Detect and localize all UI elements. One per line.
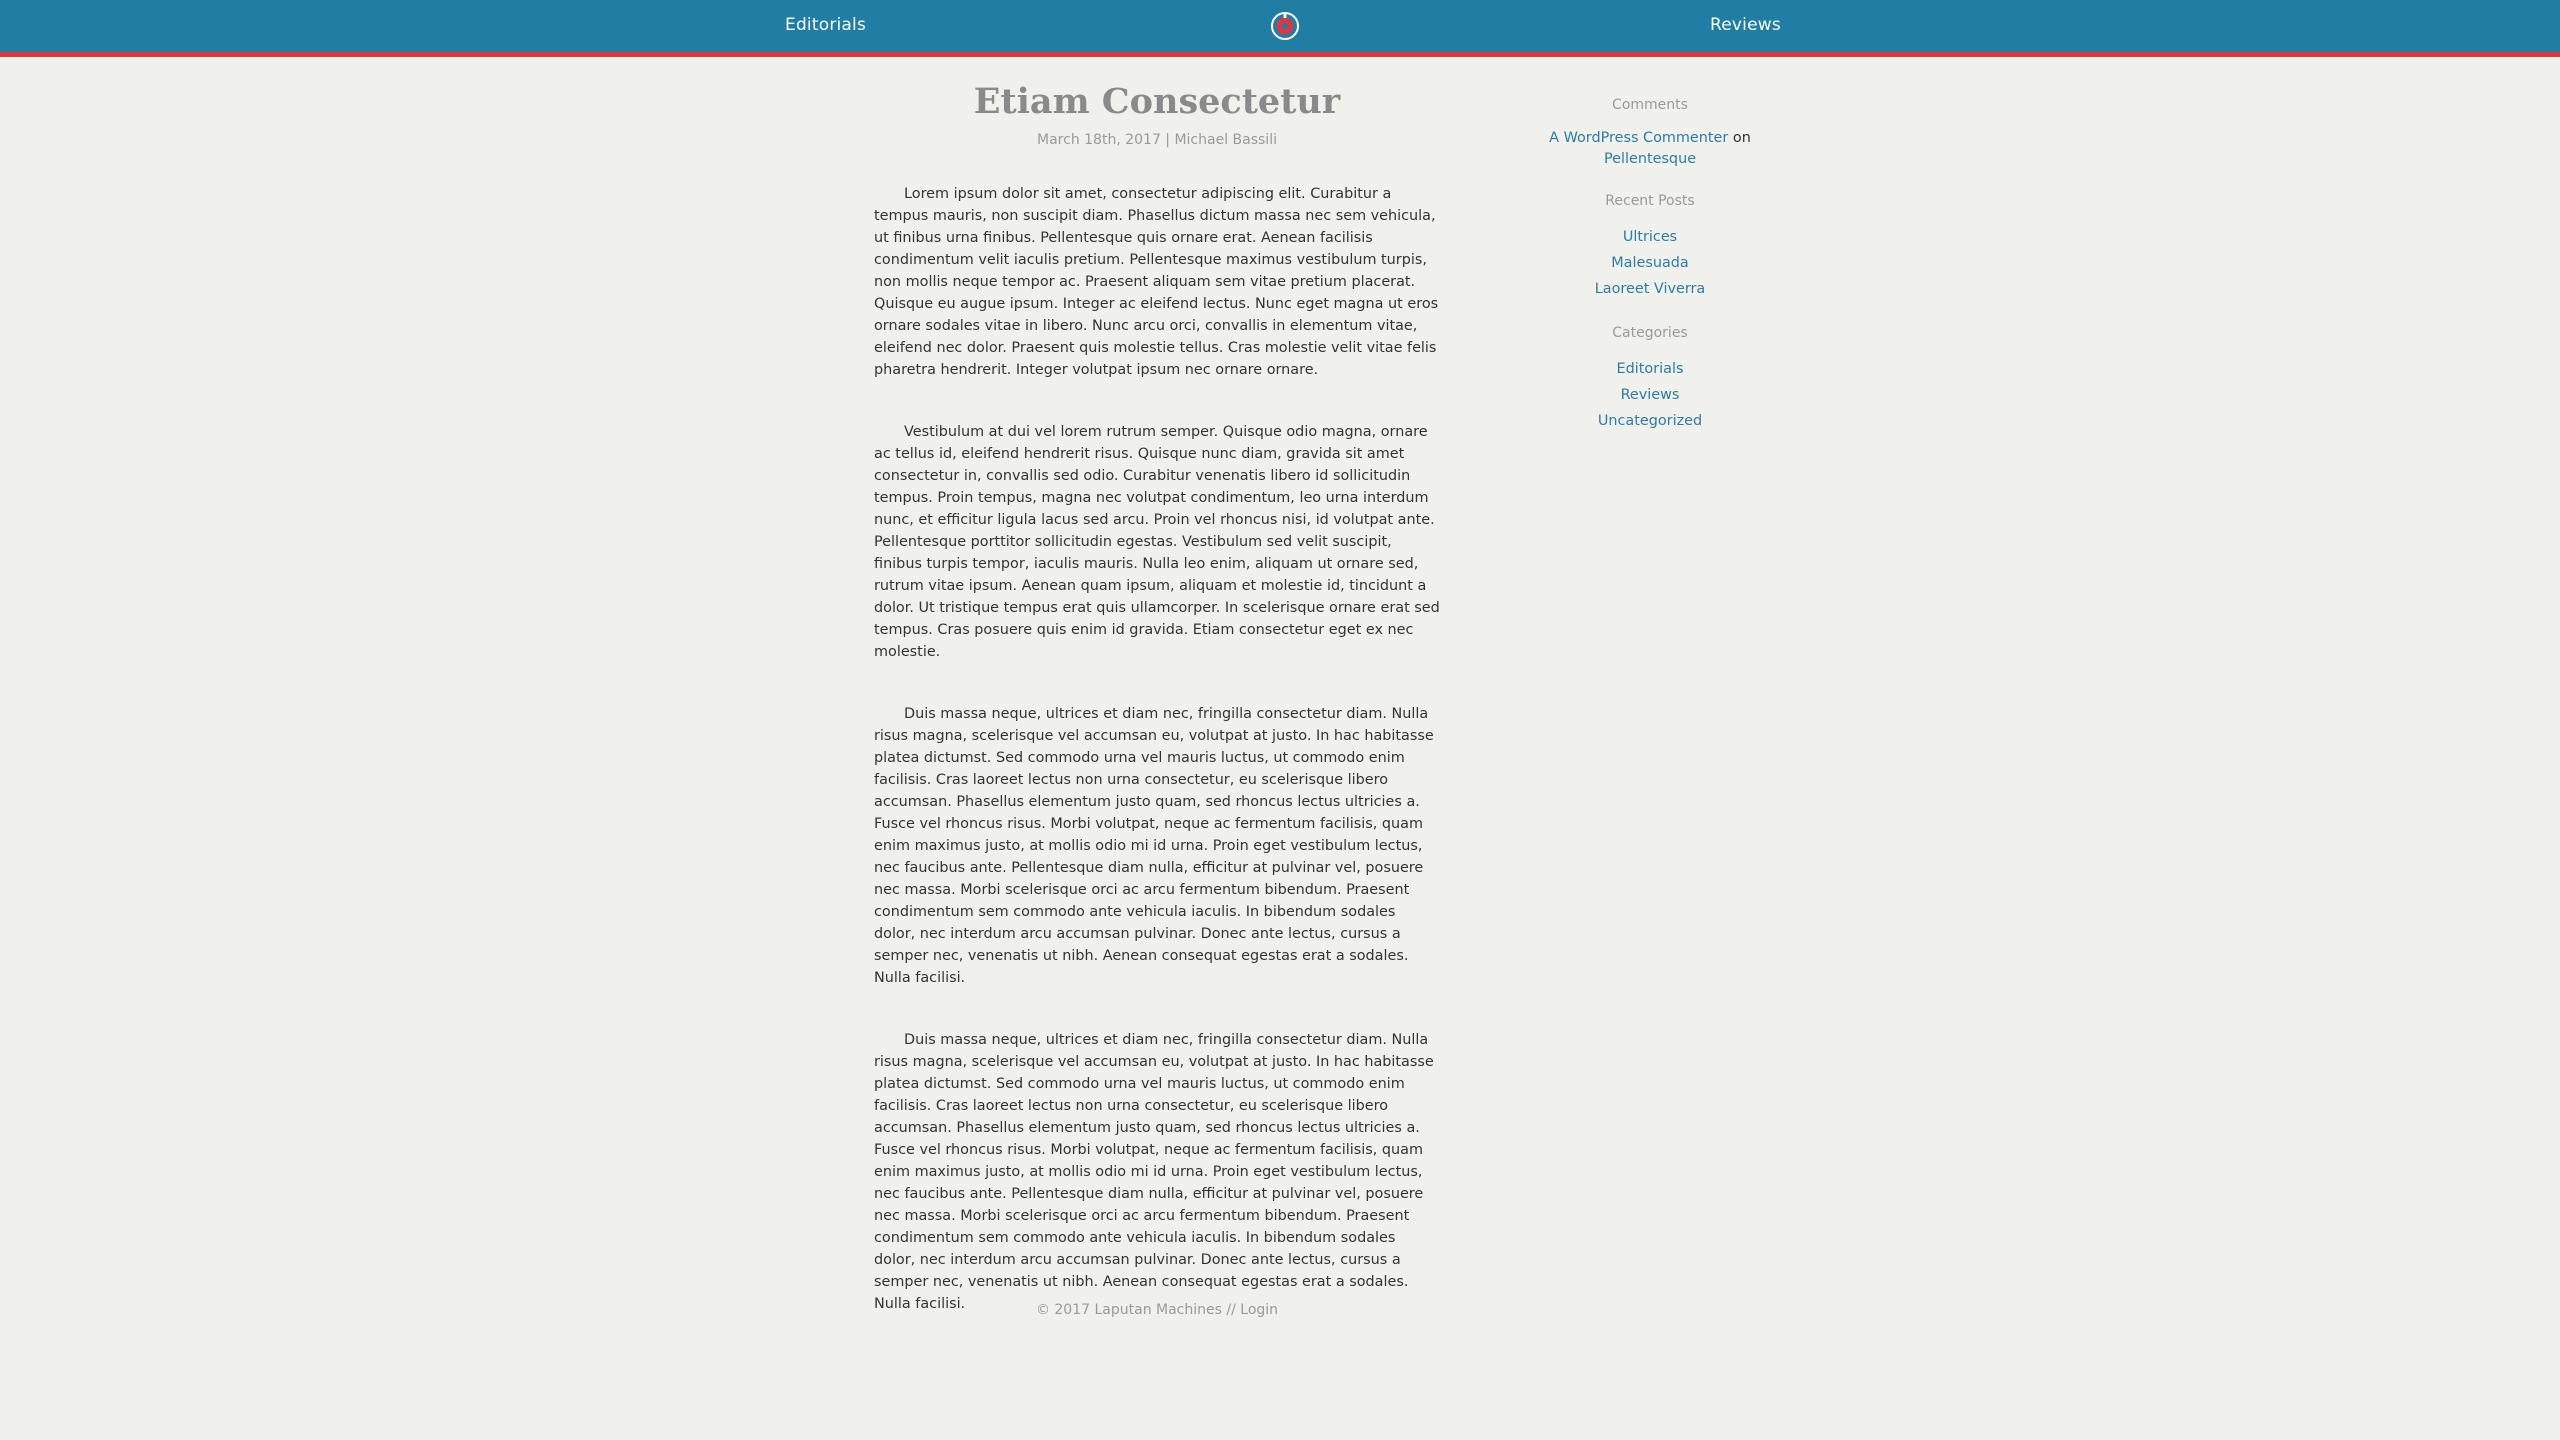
category-link[interactable]: Editorials [1500, 356, 1800, 382]
footer-copyright: © 2017 Laputan Machines [1035, 1302, 1222, 1318]
top-navigation-bar: Editorials Reviews [0, 0, 2560, 57]
nav-link-editorials[interactable]: Editorials [785, 15, 866, 35]
categories-title: Categories [1612, 325, 1688, 341]
comment-post-link[interactable]: Pellentesque [1604, 151, 1696, 167]
recent-post-link[interactable]: Malesuada [1500, 250, 1800, 276]
category-link[interactable]: Uncategorized [1500, 408, 1800, 434]
post-paragraph-2: Vestibulum at dui vel lorem rutrum sempe… [874, 424, 1440, 660]
recent-posts-title: Recent Posts [1605, 193, 1695, 209]
gear-logo-icon[interactable] [1269, 10, 1301, 42]
comment-on-text: on [1732, 130, 1751, 146]
post-meta: March 18th, 2017 | Michael Bassili [1037, 132, 1277, 148]
post-title[interactable]: Etiam Consectetur [874, 80, 1440, 124]
categories-widget: Categories Editorials Reviews Uncategori… [1500, 324, 1800, 434]
recent-comment: A WordPress Commenter on Pellentesque [1500, 128, 1800, 170]
post-paragraph-4: Duis massa neque, ultrices et diam nec, … [874, 1032, 1434, 1312]
comments-widget: Comments A WordPress Commenter on Pellen… [1500, 96, 1800, 170]
post-paragraph-3: Duis massa neque, ultrices et diam nec, … [874, 706, 1434, 986]
sidebar: Comments A WordPress Commenter on Pellen… [1500, 96, 1800, 456]
site-footer: © 2017 Laputan Machines // Login [874, 1302, 1440, 1318]
login-link[interactable]: Login [1240, 1302, 1278, 1318]
footer-separator: // [1221, 1302, 1241, 1318]
comments-widget-title: Comments [1612, 97, 1688, 113]
recent-post-link[interactable]: Laoreet Viverra [1500, 276, 1800, 302]
category-link[interactable]: Reviews [1500, 382, 1800, 408]
post-paragraph-1: Lorem ipsum dolor sit amet, consectetur … [874, 186, 1439, 378]
recent-post-link[interactable]: Ultrices [1500, 224, 1800, 250]
recent-posts-widget: Recent Posts Ultrices Malesuada Laoreet … [1500, 192, 1800, 302]
comment-author-link[interactable]: A WordPress Commenter [1549, 130, 1728, 146]
nav-link-reviews[interactable]: Reviews [1710, 15, 1781, 35]
post-body: Lorem ipsum dolor sit amet, consectetur … [874, 183, 1440, 1315]
post-article: Etiam Consectetur March 18th, 2017 | Mic… [874, 80, 1440, 1355]
